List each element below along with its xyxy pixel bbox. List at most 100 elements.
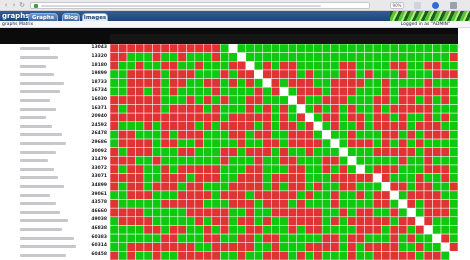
matrix-cell[interactable] (254, 78, 264, 88)
matrix-cell[interactable] (355, 95, 365, 105)
matrix-cell[interactable] (245, 156, 255, 166)
matrix-cell[interactable] (203, 86, 213, 97)
matrix-cell[interactable] (347, 69, 357, 79)
matrix-cell[interactable] (262, 181, 272, 192)
matrix-cell[interactable] (296, 69, 306, 79)
matrix-cell[interactable] (313, 112, 323, 123)
matrix-cell[interactable] (152, 242, 162, 252)
matrix-cell[interactable] (372, 251, 382, 260)
matrix-cell[interactable] (237, 199, 247, 209)
zoom-level[interactable]: 90% (390, 2, 404, 9)
matrix-row-label[interactable]: 24592 (0, 122, 110, 130)
matrix-row-label[interactable]: 30092 (0, 148, 110, 156)
matrix-cell[interactable] (304, 164, 314, 174)
matrix-cell[interactable] (118, 78, 128, 88)
matrix-cell[interactable] (330, 86, 340, 97)
matrix-cell[interactable] (381, 121, 391, 131)
matrix-cell[interactable] (203, 112, 213, 123)
matrix-cell[interactable] (228, 61, 238, 71)
matrix-cell[interactable] (398, 164, 408, 174)
matrix-cell[interactable] (304, 130, 314, 140)
matrix-cell[interactable] (364, 121, 374, 131)
matrix-cell[interactable] (245, 78, 255, 88)
matrix-cell[interactable] (118, 112, 128, 123)
matrix-cell[interactable] (321, 164, 331, 174)
matrix-cell[interactable] (160, 225, 170, 235)
matrix-row-label[interactable]: 26478 (0, 130, 110, 138)
matrix-cell[interactable] (415, 121, 425, 131)
matrix-cell[interactable] (406, 52, 416, 62)
matrix-cell[interactable] (186, 69, 196, 79)
matrix-cell[interactable] (398, 190, 408, 200)
matrix-cell[interactable] (271, 112, 281, 123)
matrix-cell[interactable] (177, 61, 187, 71)
matrix-cell[interactable] (398, 95, 408, 105)
matrix-cell[interactable] (220, 181, 230, 192)
matrix-row-label[interactable]: 19899 (0, 70, 110, 78)
matrix-cell[interactable] (237, 61, 247, 71)
tab-blog[interactable]: Blog (62, 13, 80, 21)
matrix-row-label[interactable]: 46838 (0, 225, 110, 233)
matrix-cell[interactable] (372, 199, 382, 209)
matrix-cell[interactable] (372, 147, 382, 157)
matrix-cell[interactable] (126, 164, 136, 174)
matrix-cell[interactable] (110, 242, 119, 252)
matrix-cell[interactable] (432, 69, 442, 79)
matrix-cell[interactable] (330, 225, 340, 235)
matrix-row-label[interactable]: 60314 (0, 242, 110, 250)
matrix-cell[interactable] (287, 216, 297, 226)
matrix-cell[interactable] (381, 44, 391, 53)
matrix-cell[interactable] (177, 147, 187, 157)
matrix-cell[interactable] (160, 52, 170, 62)
matrix-cell[interactable] (364, 61, 374, 71)
matrix-cell[interactable] (338, 173, 348, 183)
matrix-cell[interactable] (330, 173, 340, 183)
matrix-cell[interactable] (296, 225, 306, 235)
matrix-cell[interactable] (406, 138, 416, 148)
matrix-cell[interactable] (313, 44, 323, 53)
matrix-cell[interactable] (160, 242, 170, 252)
matrix-cell[interactable] (321, 251, 331, 260)
matrix-cell[interactable] (449, 190, 458, 200)
matrix-cell[interactable] (220, 69, 230, 79)
matrix-cell[interactable] (254, 251, 264, 260)
matrix-cell[interactable] (381, 251, 391, 260)
matrix-cell[interactable] (364, 251, 374, 260)
matrix-cell[interactable] (177, 44, 187, 53)
matrix-cell[interactable] (135, 190, 145, 200)
matrix-cell[interactable] (186, 147, 196, 157)
matrix-cell[interactable] (237, 130, 247, 140)
matrix-cell[interactable] (110, 44, 119, 53)
matrix-cell[interactable] (169, 242, 179, 252)
matrix-cell[interactable] (254, 61, 264, 71)
matrix-cell[interactable] (143, 164, 153, 174)
matrix-cell[interactable] (262, 164, 272, 174)
matrix-cell[interactable] (152, 138, 162, 148)
matrix-cell[interactable] (126, 104, 136, 114)
matrix-row-label[interactable]: 33071 (0, 173, 110, 181)
matrix-cell[interactable] (254, 181, 264, 192)
matrix-cell[interactable] (135, 130, 145, 140)
matrix-cell[interactable] (228, 130, 238, 140)
matrix-cell[interactable] (406, 164, 416, 174)
matrix-cell[interactable] (211, 69, 221, 79)
matrix-cell[interactable] (169, 147, 179, 157)
matrix-cell[interactable] (406, 190, 416, 200)
matrix-cell[interactable] (271, 173, 281, 183)
matrix-cell[interactable] (254, 95, 264, 105)
matrix-cell[interactable] (440, 164, 450, 174)
matrix-cell[interactable] (194, 69, 204, 79)
matrix-cell[interactable] (364, 156, 374, 166)
matrix-cell[interactable] (110, 61, 119, 71)
matrix-cell[interactable] (398, 216, 408, 226)
matrix-cell[interactable] (279, 173, 289, 183)
matrix-cell[interactable] (364, 225, 374, 235)
matrix-cell[interactable] (381, 164, 391, 174)
matrix-cell[interactable] (449, 52, 458, 62)
matrix-cell[interactable] (304, 95, 314, 105)
matrix-cell[interactable] (423, 138, 433, 148)
matrix-cell[interactable] (347, 104, 357, 114)
matrix-cell[interactable] (143, 173, 153, 183)
matrix-cell[interactable] (313, 173, 323, 183)
matrix-cell[interactable] (126, 207, 136, 218)
